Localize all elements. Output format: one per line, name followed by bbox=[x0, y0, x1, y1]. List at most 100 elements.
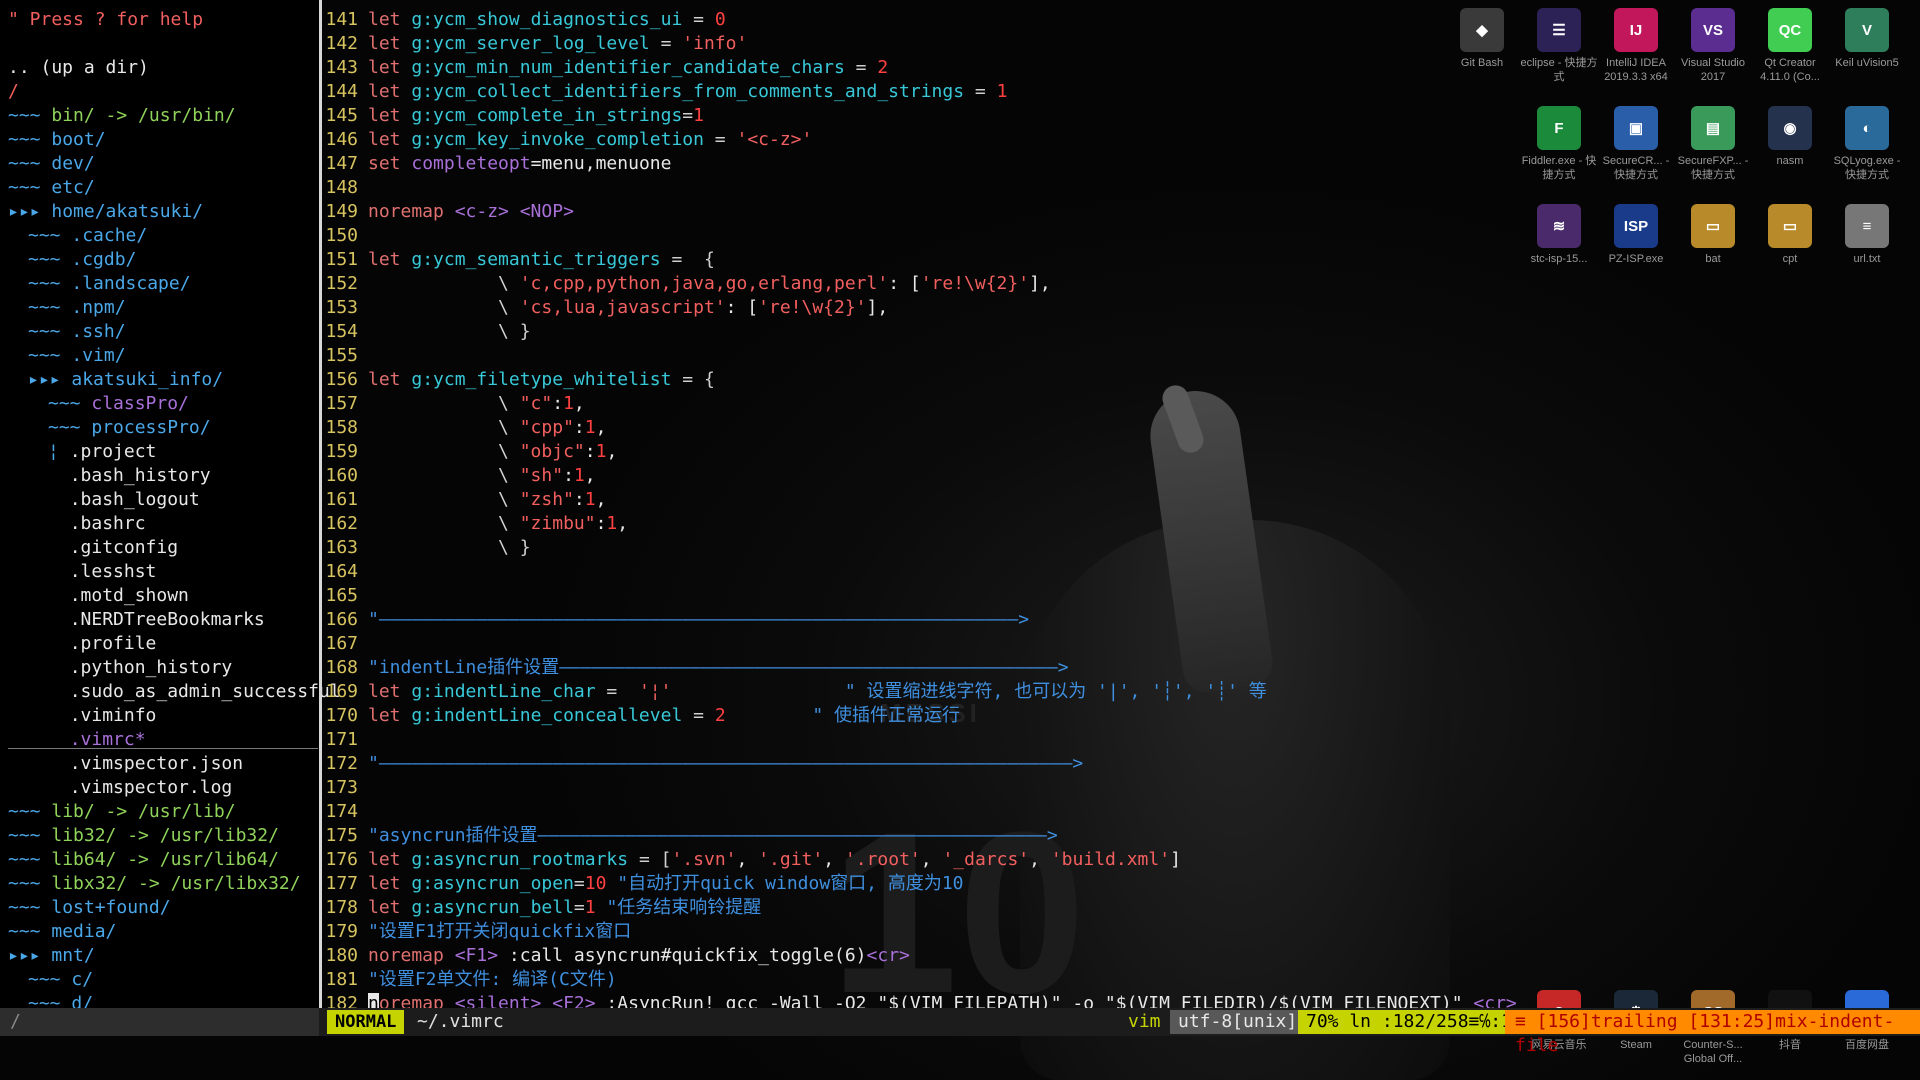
code-line[interactable]: 149 noremap <c-z> <NOP> bbox=[322, 200, 573, 224]
code-token: = bbox=[682, 105, 694, 126]
code-token: let bbox=[368, 81, 412, 102]
code-line[interactable]: 154 \ } bbox=[322, 320, 530, 344]
code-token: let bbox=[368, 705, 412, 726]
code-line[interactable]: 174 bbox=[322, 800, 368, 824]
nerdtree-file[interactable]: .NERDTreeBookmarks bbox=[48, 608, 265, 632]
code-line[interactable]: 144 let g:ycm_collect_identifiers_from_co… bbox=[322, 80, 1007, 104]
nerdtree-file[interactable]: .viminfo bbox=[48, 704, 157, 728]
nerdtree-node-marker: ▸▸▸ bbox=[8, 945, 52, 966]
whitespace-warning: ≡ [156]trailing [131:25]mix-indent-file bbox=[1505, 1010, 1920, 1056]
code-line[interactable]: 181 "设置F2单文件: 编译(C文件) bbox=[322, 968, 616, 992]
nerdtree-node-marker: ~~~ bbox=[8, 801, 52, 822]
code-line[interactable]: 169 let g:indentLine_char = '¦' " 设置缩进线字符… bbox=[322, 680, 1266, 704]
code-line[interactable]: 171 bbox=[322, 728, 368, 752]
code-line[interactable]: 176 let g:asyncrun_rootmarks = ['.svn', '… bbox=[322, 848, 1180, 872]
mode-indicator: NORMAL bbox=[327, 1010, 405, 1034]
code-line[interactable]: 147 set completeopt=menu,menuone bbox=[322, 152, 671, 176]
code-line[interactable]: 145 let g:ycm_complete_in_strings=1 bbox=[322, 104, 704, 128]
code-token: let bbox=[368, 105, 412, 126]
nerdtree-dir[interactable]: ~~~ .vim/ bbox=[28, 344, 126, 368]
nerdtree-node-marker: ▸▸▸ bbox=[28, 369, 72, 390]
nerdtree-file[interactable]: .bashrc bbox=[48, 512, 146, 536]
nerdtree-dir[interactable]: ~~~ processPro/ bbox=[48, 416, 211, 440]
nerdtree-dir[interactable]: ~~~ lib32/ -> /usr/lib32/ bbox=[8, 824, 279, 848]
editor-pane[interactable]: 141 let g:ycm_show_diagnostics_ui = 0 142 l… bbox=[322, 0, 1920, 1014]
code-line[interactable]: 178 let g:asyncrun_bell=1 "任务结束响铃提醒 bbox=[322, 896, 761, 920]
code-token: : bbox=[573, 489, 585, 510]
nerdtree-dir[interactable]: ~~~ .landscape/ bbox=[28, 272, 191, 296]
code-line[interactable]: 150 bbox=[322, 224, 368, 248]
code-line[interactable]: 153 \ 'cs,lua,javascript': ['re!\w{2}'], bbox=[322, 296, 888, 320]
nerdtree-up-dir[interactable]: .. (up a dir) bbox=[8, 56, 149, 80]
code-line[interactable]: 148 bbox=[322, 176, 368, 200]
code-line[interactable]: 158 \ "cpp":1, bbox=[322, 416, 606, 440]
nerdtree-file[interactable]: .motd_shown bbox=[48, 584, 189, 608]
code-line[interactable]: 170 let g:indentLine_conceallevel = 2 " 使… bbox=[322, 704, 960, 728]
nerdtree-dir[interactable]: ~~~ bin/ -> /usr/bin/ bbox=[8, 104, 236, 128]
code-token: \ bbox=[368, 465, 520, 486]
code-line[interactable]: 175 "asyncrun插件设置————————————————————————… bbox=[322, 824, 1057, 848]
nerdtree-file[interactable]: .vimspector.json bbox=[48, 752, 243, 776]
code-line[interactable]: 167 bbox=[322, 632, 368, 656]
nerdtree-file[interactable]: .gitconfig bbox=[48, 536, 178, 560]
nerdtree-dir[interactable]: ~~~ .cgdb/ bbox=[28, 248, 136, 272]
nerdtree-file[interactable]: ¦ .project bbox=[48, 440, 156, 464]
nerdtree-file[interactable]: .vimspector.log bbox=[48, 776, 233, 800]
code-line[interactable]: 152 \ 'c,cpp,python,java,go,erlang,perl'… bbox=[322, 272, 1050, 296]
code-token: : [ bbox=[888, 273, 921, 294]
nerdtree-dir[interactable]: ▸▸▸ mnt/ bbox=[8, 944, 95, 968]
code-line[interactable]: 165 bbox=[322, 584, 368, 608]
code-token: : bbox=[584, 441, 596, 462]
code-line[interactable]: 146 let g:ycm_key_invoke_completion = '<c… bbox=[322, 128, 812, 152]
code-line[interactable]: 160 \ "sh":1, bbox=[322, 464, 595, 488]
nerdtree-dir[interactable]: ~~~ media/ bbox=[8, 920, 116, 944]
nerdtree-dir[interactable]: ~~~ etc/ bbox=[8, 176, 95, 200]
code-line[interactable]: 159 \ "objc":1, bbox=[322, 440, 617, 464]
code-line[interactable]: 164 bbox=[322, 560, 368, 584]
code-line[interactable]: 177 let g:asyncrun_open=10 "自动打开quick win… bbox=[322, 872, 963, 896]
code-line[interactable]: 168 "indentLine插件设置——————————————————————… bbox=[322, 656, 1068, 680]
nerdtree-dir[interactable]: ~~~ lib/ -> /usr/lib/ bbox=[8, 800, 236, 824]
code-line[interactable]: 162 \ "zimbu":1, bbox=[322, 512, 628, 536]
code-token: , bbox=[736, 849, 759, 870]
nerdtree-dir[interactable]: ~~~ libx32/ -> /usr/libx32/ bbox=[8, 872, 301, 896]
nerdtree-file[interactable]: .sudo_as_admin_successful bbox=[48, 680, 341, 704]
code-line[interactable]: 180 noremap <F1> :call asyncrun#quickfix_… bbox=[322, 944, 909, 968]
nerdtree-file[interactable]: .bash_logout bbox=[48, 488, 200, 512]
code-line[interactable]: 155 bbox=[322, 344, 368, 368]
code-line[interactable]: 161 \ "zsh":1, bbox=[322, 488, 606, 512]
nerdtree-dir[interactable]: ~~~ classPro/ bbox=[48, 392, 189, 416]
code-line[interactable]: 151 let g:ycm_semantic_triggers = { bbox=[322, 248, 714, 272]
nerdtree-dir[interactable]: ~~~ lost+found/ bbox=[8, 896, 171, 920]
nerdtree-dir[interactable]: ~~~ .cache/ bbox=[28, 224, 147, 248]
nerdtree-dir[interactable]: ~~~ lib64/ -> /usr/lib64/ bbox=[8, 848, 279, 872]
nerdtree-cursorline bbox=[8, 748, 318, 749]
code-token: g:asyncrun_bell bbox=[411, 897, 574, 918]
nerdtree-dir[interactable]: ~~~ boot/ bbox=[8, 128, 106, 152]
code-line[interactable]: 172 "————————————————————————————————————… bbox=[322, 752, 1083, 776]
nerdtree-dir[interactable]: ~~~ .ssh/ bbox=[28, 320, 126, 344]
nerdtree-file[interactable]: .bash_history bbox=[48, 464, 211, 488]
code-token: "c" bbox=[519, 393, 553, 414]
nerdtree-file[interactable]: .python_history bbox=[48, 656, 233, 680]
nerdtree-dir[interactable]: ~~~ .npm/ bbox=[28, 296, 126, 320]
code-line[interactable]: 157 \ "c":1, bbox=[322, 392, 584, 416]
code-line[interactable]: 179 "设置F1打开关闭quickfix窗口 bbox=[322, 920, 631, 944]
code-line[interactable]: 142 let g:ycm_server_log_level = 'info' bbox=[322, 32, 747, 56]
code-line[interactable]: 156 let g:ycm_filetype_whitelist = { bbox=[322, 368, 714, 392]
code-line[interactable]: 173 bbox=[322, 776, 368, 800]
nerdtree-file[interactable]: .profile bbox=[48, 632, 157, 656]
code-line[interactable]: 143 let g:ycm_min_num_identifier_candidat… bbox=[322, 56, 888, 80]
code-line[interactable]: 141 let g:ycm_show_diagnostics_ui = 0 bbox=[322, 8, 725, 32]
nerdtree-dir[interactable]: ~~~ dev/ bbox=[8, 152, 95, 176]
nerdtree-dir[interactable]: ~~~ c/ bbox=[28, 968, 93, 992]
nerdtree-pane[interactable]: " Press ? for help .. (up a dir) / ~~~ b… bbox=[0, 0, 341, 1014]
code-line[interactable]: 163 \ } bbox=[322, 536, 530, 560]
code-token: g:indentLine_char bbox=[411, 681, 596, 702]
nerdtree-file[interactable]: .lesshst bbox=[48, 560, 157, 584]
nerdtree-node-label: .bashrc bbox=[69, 513, 146, 534]
nerdtree-dir[interactable]: ▸▸▸ akatsuki_info/ bbox=[28, 368, 223, 392]
nerdtree-dir[interactable]: ▸▸▸ home/akatsuki/ bbox=[8, 200, 203, 224]
code-line[interactable]: 166 "————————————————————————————————————… bbox=[322, 608, 1029, 632]
line-number: 146 bbox=[325, 129, 358, 150]
